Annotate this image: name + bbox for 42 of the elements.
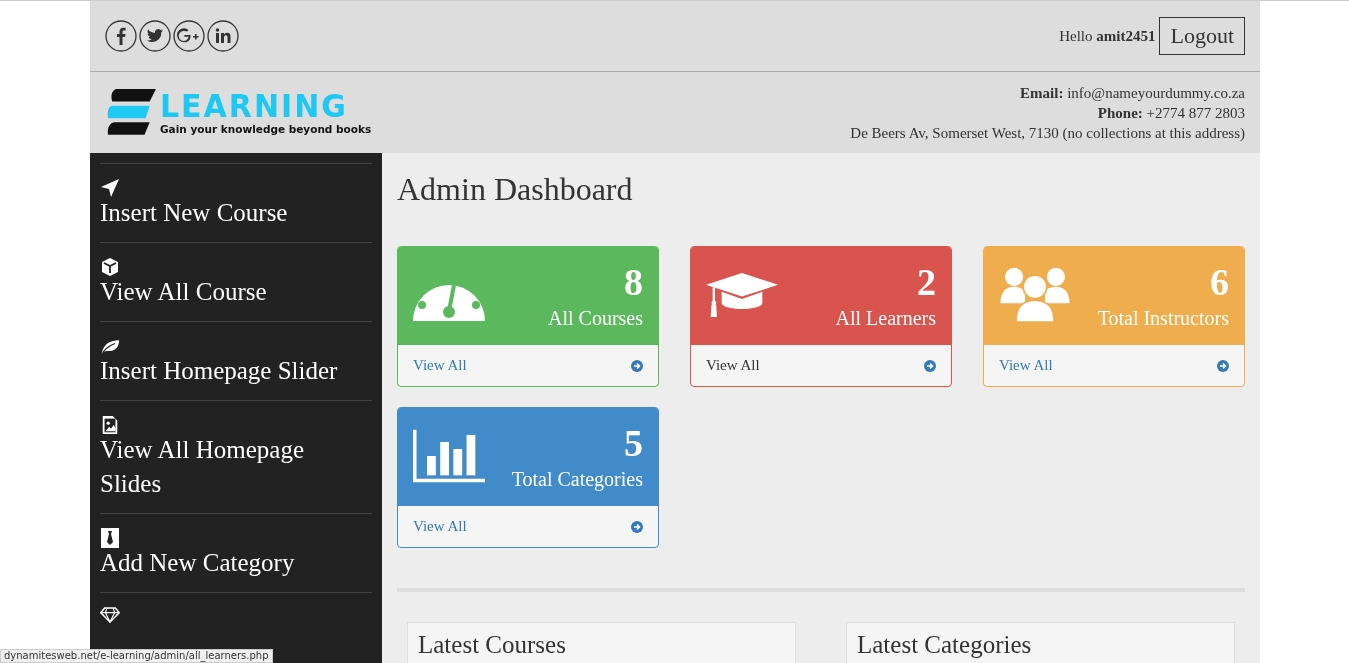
address-text: De Beers Av, Somerset West, 7130 (no collections at this address) <box>850 123 1245 143</box>
stat-label: Total Instructors <box>1097 306 1229 331</box>
cube-icon <box>100 257 120 277</box>
sidebar-item[interactable]: Add New Category <box>100 513 372 592</box>
panel-title: Latest Categories <box>857 631 1032 658</box>
arrow-circle-right-icon <box>1217 359 1229 372</box>
users-group-icon <box>999 265 1071 325</box>
stat-label: All Courses <box>548 306 643 331</box>
stat-label: All Learners <box>835 306 936 331</box>
stat-value: 8 <box>624 260 643 305</box>
greeting-text: Hello amit2451 <box>1059 27 1156 45</box>
google-plus-icon[interactable] <box>173 20 205 52</box>
sidebar-item[interactable]: Insert Homepage Slider <box>100 321 372 400</box>
tie-icon <box>100 528 120 548</box>
sidebar-item[interactable]: Insert New Course <box>100 163 372 242</box>
location-arrow-icon <box>100 178 120 198</box>
stat-label: Total Categories <box>511 467 643 492</box>
diamond-icon <box>100 605 120 625</box>
facebook-icon[interactable] <box>105 20 137 52</box>
logo-tagline: Gain your knowledge beyond books <box>160 122 372 135</box>
arrow-circle-right-icon <box>924 359 936 372</box>
panel-title: Latest Courses <box>418 631 566 658</box>
phone-text: Phone: +2774 877 2803 <box>1097 103 1245 123</box>
sidebar-item[interactable]: View All Course <box>100 242 372 321</box>
email-text: Email: info@nameyourdummy.co.za <box>1020 83 1245 103</box>
arrow-circle-right-icon <box>631 520 643 533</box>
image-file-icon <box>100 415 120 435</box>
stat-value: 6 <box>1210 260 1229 305</box>
logout-button[interactable]: Logout <box>1159 17 1245 55</box>
view-all-link[interactable]: View All <box>398 506 658 547</box>
page-title: Admin Dashboard <box>397 171 634 208</box>
status-url-tooltip: dynamitesweb.net/e-learning/admin/all_learners.php <box>0 649 273 663</box>
view-all-link[interactable]: View All <box>984 345 1244 386</box>
view-all-link[interactable]: View All <box>691 345 951 386</box>
stat-value: 5 <box>624 421 643 466</box>
logo-title: LEARNING <box>160 89 349 124</box>
arrow-circle-right-icon <box>631 359 643 372</box>
linkedin-icon[interactable] <box>207 20 239 52</box>
twitter-icon[interactable] <box>139 20 171 52</box>
stat-value: 2 <box>917 260 936 305</box>
sidebar-item[interactable]: View All Homepage Slides <box>100 400 372 513</box>
view-all-link[interactable]: View All <box>398 345 658 386</box>
